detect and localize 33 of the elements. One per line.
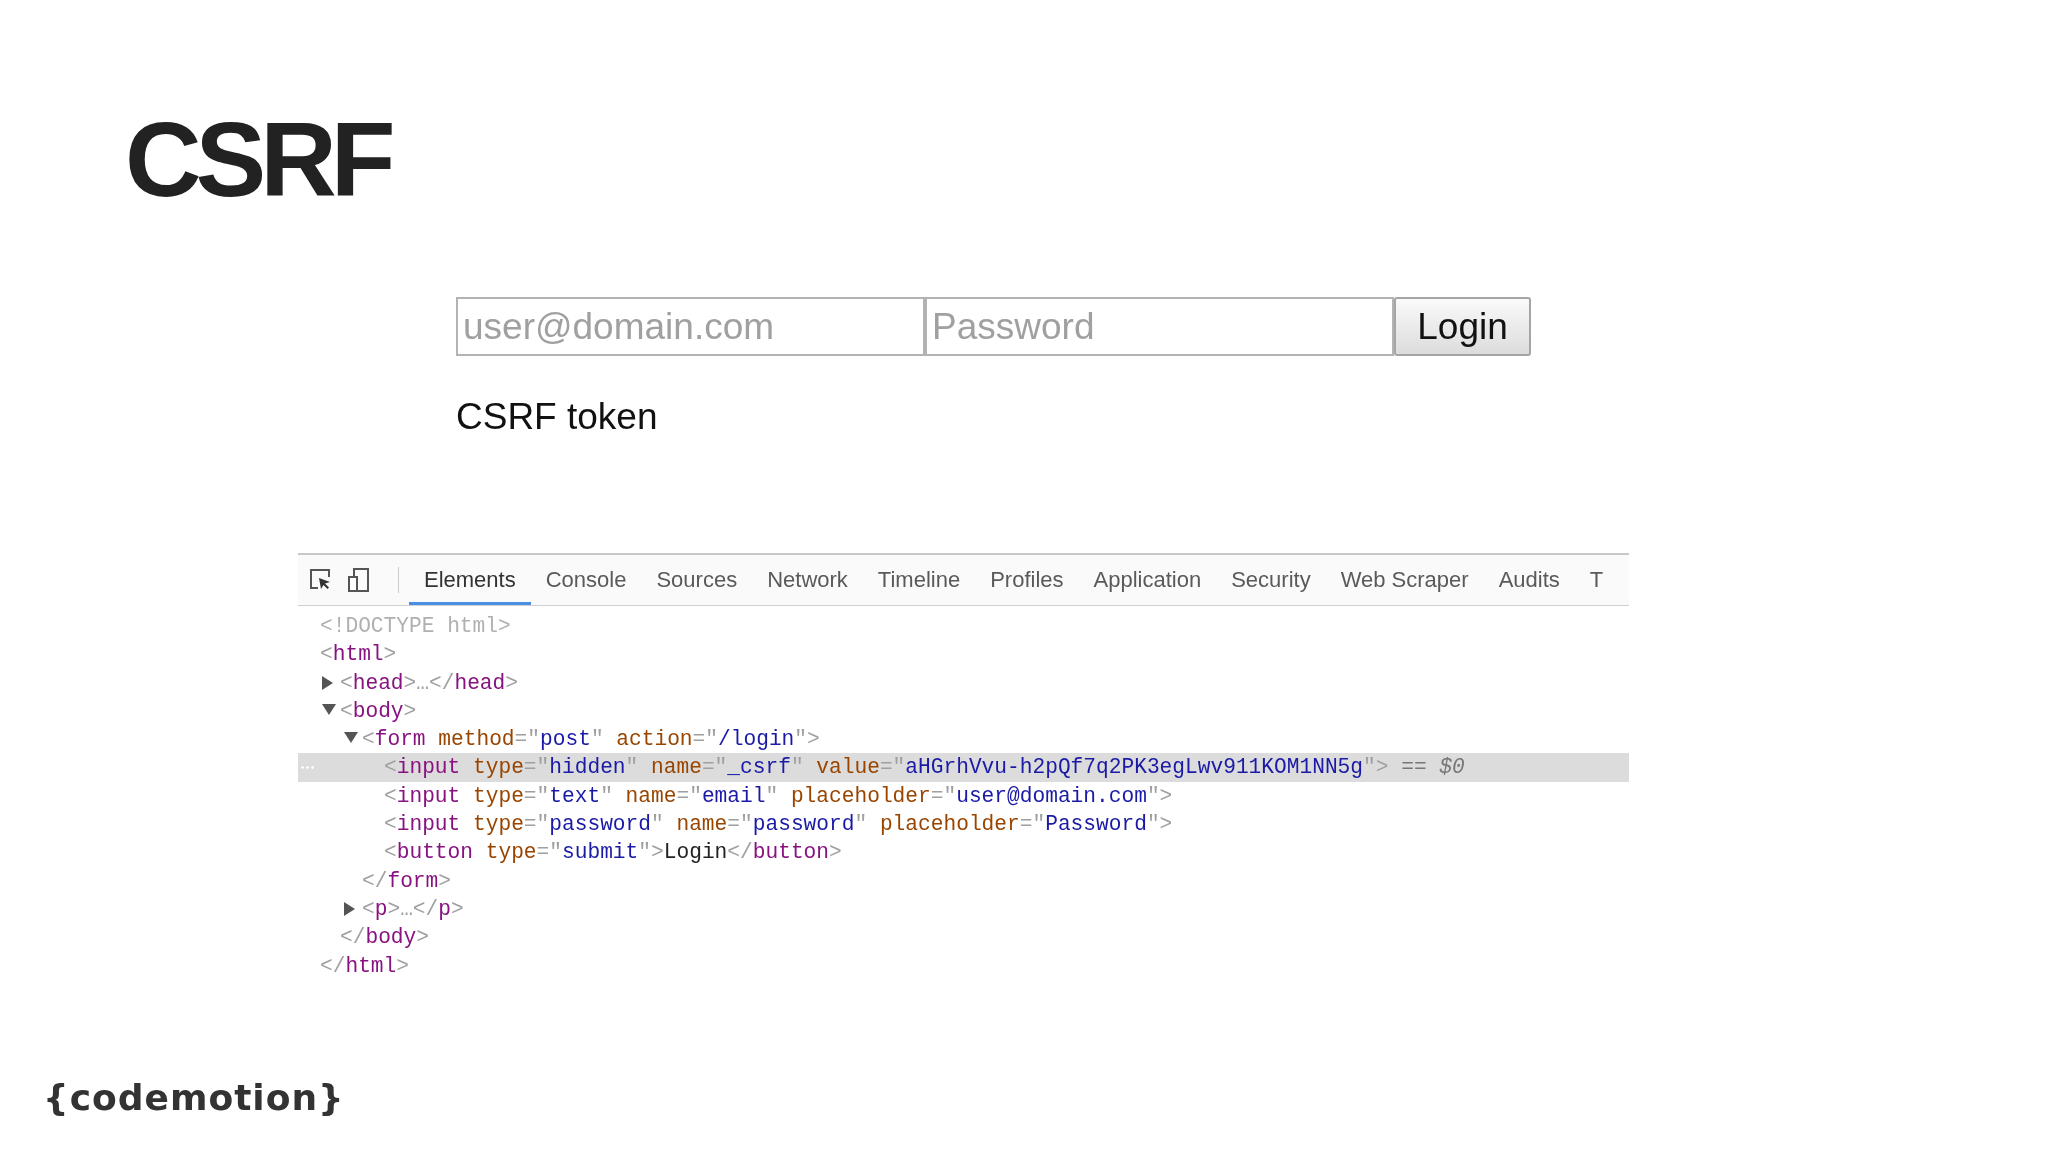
code-line[interactable]: <head>…</head> [340, 668, 518, 697]
tab[interactable]: Elements [409, 555, 531, 605]
tab[interactable]: Timeline [862, 555, 976, 605]
tab[interactable]: Security [1216, 555, 1326, 605]
code-line[interactable]: <p>…</p> [362, 894, 464, 924]
slide-title: CSRF [125, 106, 390, 212]
tab[interactable]: Network [752, 555, 863, 605]
caption: CSRF token [456, 395, 658, 439]
collapsed-arrow-icon[interactable] [344, 902, 355, 917]
code-line[interactable]: </body> [340, 923, 429, 952]
tab[interactable]: Profiles [975, 555, 1079, 605]
tab[interactable]: T [1574, 555, 1619, 605]
tab[interactable]: Audits [1483, 555, 1575, 605]
email-field[interactable]: user@domain.com [456, 297, 925, 356]
code-line[interactable]: </html> [320, 951, 409, 980]
code-line[interactable]: <body> [340, 696, 417, 726]
tab[interactable]: Console [530, 555, 642, 605]
code-line[interactable]: <form method="post" action="/login"> [362, 725, 820, 754]
login-button[interactable]: Login [1394, 297, 1531, 356]
tab[interactable]: Web Scraper [1325, 555, 1484, 605]
tab[interactable]: Sources [641, 555, 753, 605]
logo: {codemotion} [43, 1077, 345, 1118]
code-line[interactable]: <html> [320, 640, 397, 669]
tab[interactable]: Application [1078, 555, 1217, 605]
expanded-arrow-icon[interactable] [322, 703, 336, 715]
code-line[interactable]: <input type="text" name="email" placeholder="user@domain.com"> [384, 781, 1173, 811]
code-line[interactable]: <input type="password" name="password" placeholder="Password"> [384, 810, 1173, 839]
password-field[interactable]: Password [925, 297, 1394, 356]
code-line[interactable]: <button type="submit">Login</button> [384, 838, 842, 867]
expanded-arrow-icon[interactable] [344, 731, 358, 743]
collapsed-arrow-icon[interactable] [322, 675, 333, 690]
device-icon[interactable] [346, 567, 372, 593]
code-line[interactable]: </form> [362, 866, 451, 895]
